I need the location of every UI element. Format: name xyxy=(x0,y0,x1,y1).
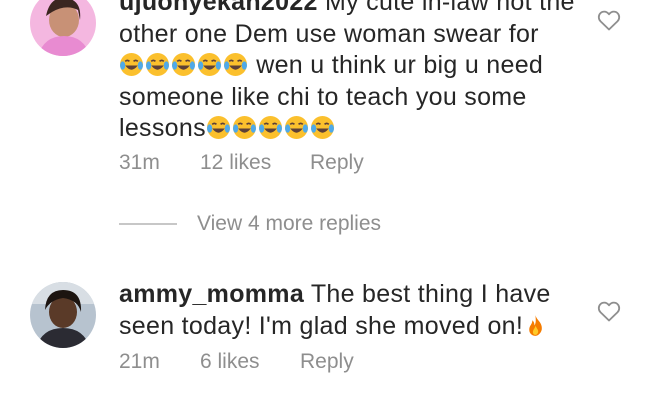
view-more-replies-label: View 4 more replies xyxy=(197,212,382,235)
avatar[interactable] xyxy=(30,0,96,56)
tears-of-joy-icon xyxy=(197,52,222,77)
tears-of-joy-icon xyxy=(310,115,335,140)
divider-line xyxy=(119,223,177,225)
tears-of-joy-icon xyxy=(232,115,257,140)
tears-of-joy-icon xyxy=(145,52,170,77)
comment-meta: 31m 12 likes Reply xyxy=(119,151,364,175)
avatar[interactable] xyxy=(30,282,96,348)
avatar-image xyxy=(30,282,96,348)
tears-of-joy-icon xyxy=(206,115,231,140)
tears-of-joy-icon xyxy=(258,115,283,140)
comment-username[interactable]: ammy_momma xyxy=(119,280,304,308)
view-more-replies-button[interactable]: View 4 more replies xyxy=(119,212,381,236)
comment-timestamp: 31m xyxy=(119,151,160,174)
comment-username[interactable]: ujuonyekah2022 xyxy=(119,0,318,16)
reply-button[interactable]: Reply xyxy=(300,350,354,374)
tears-of-joy-icon xyxy=(171,52,196,77)
tears-of-joy-icon xyxy=(223,52,248,77)
comment-text: ammy_momma The best thing I have seen to… xyxy=(119,279,589,342)
like-heart-icon[interactable] xyxy=(597,9,621,31)
like-heart-icon[interactable] xyxy=(597,300,621,322)
comment-meta: 21m 6 likes Reply xyxy=(119,350,354,374)
tears-of-joy-icon xyxy=(119,52,144,77)
comment-likes[interactable]: 12 likes xyxy=(200,151,310,175)
comment-text: ujuonyekah2022 My cute in-law not the ot… xyxy=(119,0,589,145)
fire-icon xyxy=(523,313,548,338)
reply-button[interactable]: Reply xyxy=(310,151,364,175)
avatar-image xyxy=(30,0,96,56)
comment-likes[interactable]: 6 likes xyxy=(200,350,300,374)
tears-of-joy-icon xyxy=(284,115,309,140)
comment-timestamp: 21m xyxy=(119,350,160,373)
